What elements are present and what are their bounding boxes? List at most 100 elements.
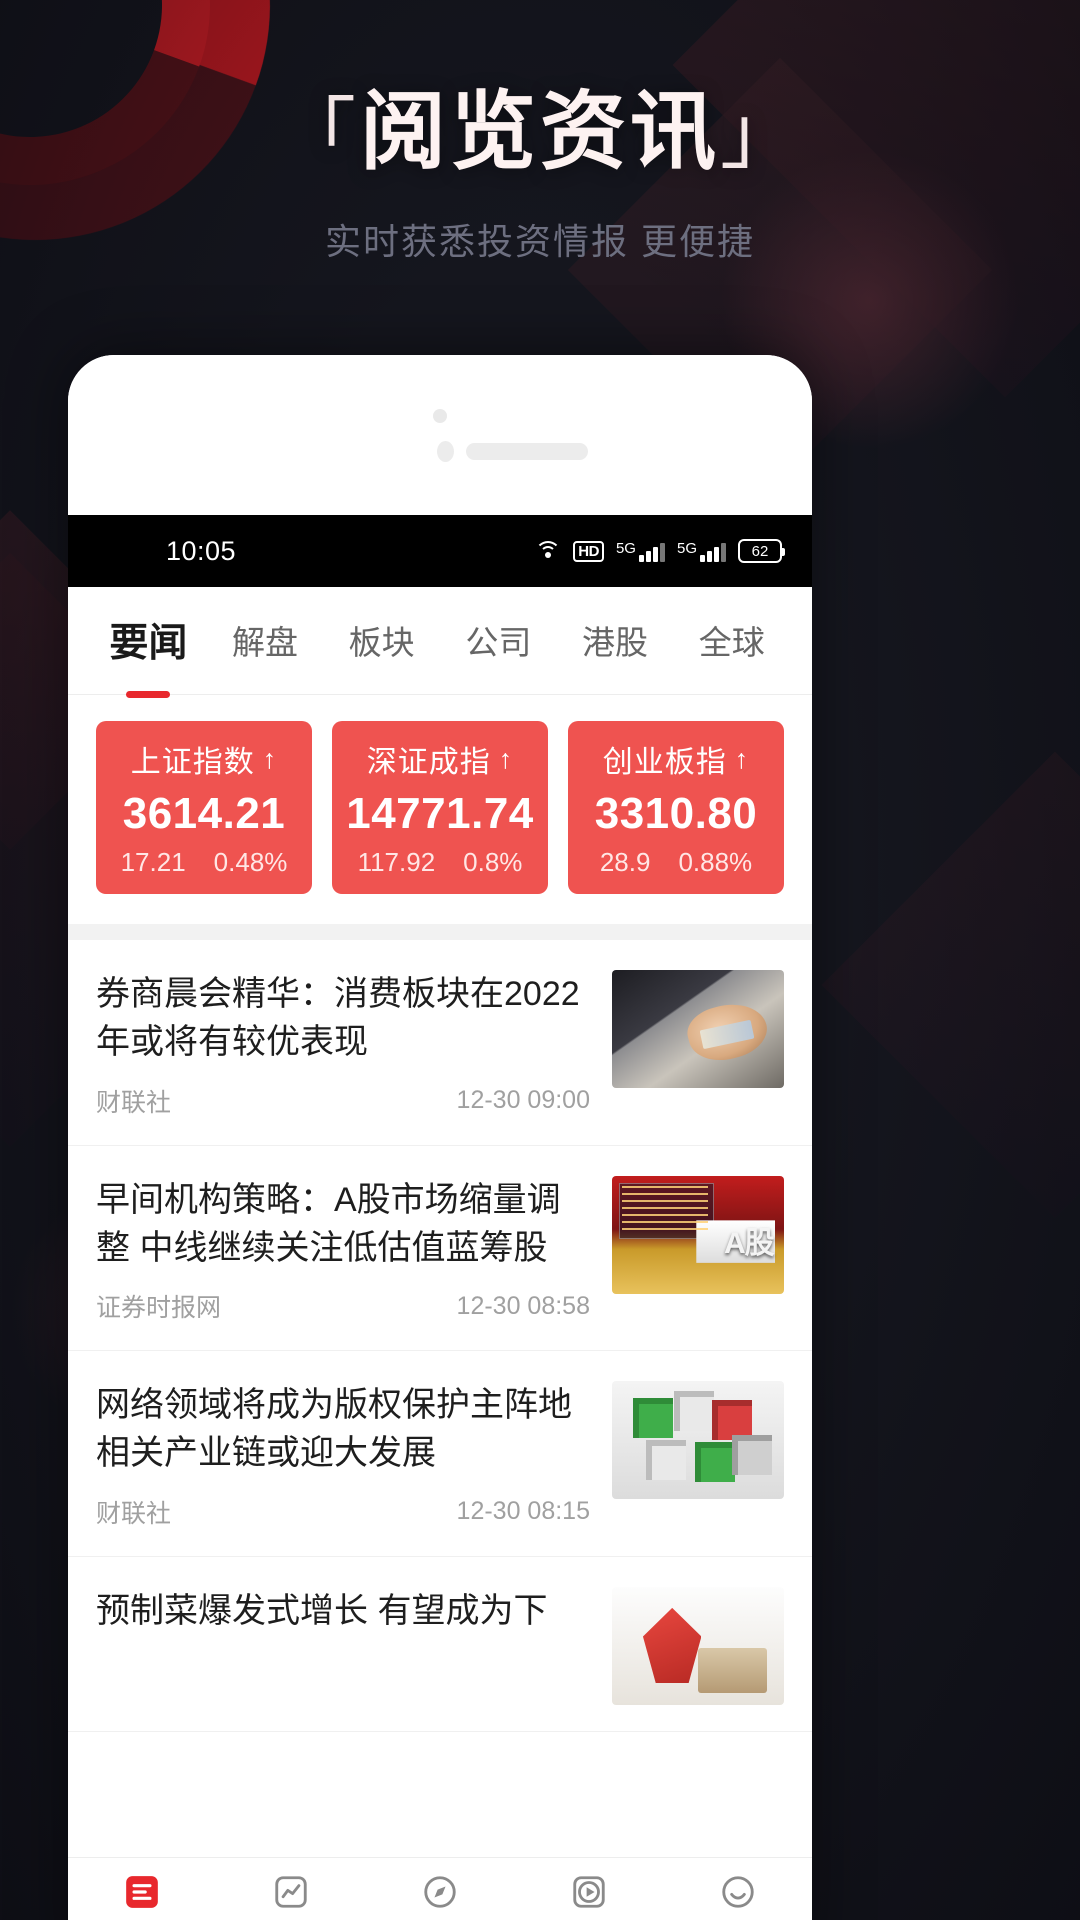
index-change-row: 28.9 0.88%: [578, 847, 774, 878]
news-title: 预制菜爆发式增长 有望成为下: [96, 1591, 548, 1630]
tab-label: 解盘: [232, 623, 298, 661]
nav-item-zixuan[interactable]: 自选: [217, 1872, 366, 1920]
news-source: 财联社: [96, 1088, 172, 1117]
news-list: 券商晨会精华：消费板块在2022年或将有较优表现 财联社 12-30 09:00…: [68, 940, 812, 1732]
sim2-signal-icon: 5G: [677, 541, 726, 562]
index-value: 3310.80: [594, 789, 758, 838]
promo-title-row: 「阅览资讯」: [0, 86, 1080, 179]
open-bracket: 「: [277, 90, 360, 178]
index-change: 117.92: [357, 847, 436, 877]
bottom-navigation-bar[interactable]: 资讯 自选 发现: [68, 1857, 812, 1920]
index-name: 创业板指: [602, 746, 727, 779]
close-bracket: 」: [720, 90, 803, 178]
smiley-icon: [663, 1872, 812, 1912]
index-percent: 0.88%: [678, 847, 753, 877]
front-camera-icon: [433, 409, 447, 423]
news-time: 12-30 09:00: [456, 1086, 590, 1115]
page-title: 阅览资讯: [360, 84, 720, 180]
tab-gongsi[interactable]: 公司: [440, 616, 557, 666]
nav-item-zixun[interactable]: 资讯: [68, 1872, 217, 1920]
news-title: 网络领域将成为版权保护主阵地 相关产业链或迎大发展: [96, 1386, 572, 1473]
news-thumbnail: [612, 1381, 784, 1500]
news-meta: 证券时报网 12-30 08:58: [96, 1288, 590, 1324]
news-source: 财联社: [96, 1499, 172, 1528]
category-tab-bar[interactable]: 要闻 解盘 板块 公司 港股 全球: [68, 587, 812, 698]
tab-bankuai[interactable]: 板块: [323, 616, 440, 666]
phone-top-bezel: [68, 355, 812, 515]
news-list-item[interactable]: 预制菜爆发式增长 有望成为下: [68, 1557, 812, 1732]
news-meta: 财联社 12-30 08:15: [96, 1494, 590, 1530]
play-circle-icon: [514, 1872, 663, 1912]
nav-item-faxian[interactable]: 发现: [366, 1872, 515, 1920]
index-change-row: 17.21 0.48%: [106, 847, 302, 878]
chart-icon: [217, 1872, 366, 1912]
arrow-up-icon: ↑: [734, 743, 750, 774]
news-thumbnail: [612, 970, 784, 1088]
tab-label: 公司: [465, 623, 532, 661]
news-time: 12-30 08:58: [456, 1291, 590, 1320]
index-name: 上证指数: [130, 746, 255, 779]
news-list-item[interactable]: 网络领域将成为版权保护主阵地 相关产业链或迎大发展 财联社 12-30 08:1…: [68, 1351, 812, 1557]
sim1-network-label: 5G: [615, 539, 636, 557]
sensor-dot-icon: [437, 441, 454, 462]
news-source: 证券时报网: [96, 1294, 222, 1323]
sim2-network-label: 5G: [676, 539, 697, 557]
news-meta: 财联社 12-30 09:00: [96, 1083, 590, 1119]
news-title: 券商晨会精华：消费板块在2022年或将有较优表现: [96, 975, 580, 1062]
news-title: 早间机构策略：A股市场缩量调整 中线继续关注低估值蓝筹股: [96, 1180, 561, 1267]
promo-headline: 「阅览资讯」 实时获悉投资情报 更便捷: [0, 86, 1080, 265]
earpiece-speaker-icon: [466, 443, 588, 460]
news-text-block: 预制菜爆发式增长 有望成为下: [96, 1587, 590, 1635]
tab-quanqiu[interactable]: 全球: [673, 616, 790, 666]
wifi-icon: [534, 541, 561, 561]
nav-item-jijin[interactable]: 基金: [514, 1872, 663, 1920]
index-name-row: 上证指数 ↑: [106, 737, 302, 781]
index-value: 3614.21: [122, 789, 286, 838]
status-bar: 10:05 HD 5G 5G 62: [68, 515, 812, 587]
tab-ganggu[interactable]: 港股: [557, 616, 674, 666]
index-name: 深证成指: [366, 746, 491, 779]
tab-label: 港股: [582, 623, 649, 661]
index-change: 28.9: [599, 847, 651, 877]
index-card-shenzheng[interactable]: 深证成指 ↑ 14771.74 117.92 0.8%: [332, 721, 548, 894]
hd-icon: HD: [573, 540, 604, 562]
news-icon: [68, 1872, 217, 1912]
index-percent: 0.8%: [463, 847, 523, 877]
market-index-cards: 上证指数 ↑ 3614.21 17.21 0.48% 深证成指 ↑ 14771.…: [68, 695, 812, 924]
compass-icon: [366, 1872, 515, 1912]
battery-level: 62: [751, 542, 769, 560]
nav-item-wode[interactable]: 我的: [663, 1872, 812, 1920]
index-card-shangzheng[interactable]: 上证指数 ↑ 3614.21 17.21 0.48%: [96, 721, 312, 894]
news-list-item[interactable]: 早间机构策略：A股市场缩量调整 中线继续关注低估值蓝筹股 证券时报网 12-30…: [68, 1146, 812, 1352]
section-divider: [68, 924, 812, 940]
promo-subtitle: 实时获悉投资情报 更便捷: [324, 220, 755, 262]
news-text-block: 早间机构策略：A股市场缩量调整 中线继续关注低估值蓝筹股 证券时报网 12-30…: [96, 1176, 590, 1325]
tab-yaowen[interactable]: 要闻: [90, 612, 207, 698]
tab-active-underline: [126, 690, 171, 698]
status-icons: HD 5G 5G 62: [534, 539, 785, 563]
battery-icon: 62: [738, 539, 785, 563]
tab-label: 全球: [698, 623, 765, 661]
tab-label: 板块: [348, 623, 415, 661]
arrow-up-icon: ↑: [262, 743, 278, 774]
news-thumbnail: [612, 1586, 784, 1705]
sim1-signal-icon: 5G: [616, 541, 665, 562]
status-time: 10:05: [166, 535, 237, 566]
news-text-block: 券商晨会精华：消费板块在2022年或将有较优表现 财联社 12-30 09:00: [96, 970, 590, 1119]
tab-label: 要闻: [109, 621, 188, 665]
arrow-up-icon: ↑: [498, 743, 514, 774]
index-change: 17.21: [120, 847, 186, 877]
index-change-row: 117.92 0.8%: [342, 847, 538, 878]
thumb-chart-lines: [622, 1186, 709, 1234]
thumb-label: A股: [724, 1227, 775, 1260]
index-card-chuangyeban[interactable]: 创业板指 ↑ 3310.80 28.9 0.88%: [568, 721, 784, 894]
news-text-block: 网络领域将成为版权保护主阵地 相关产业链或迎大发展 财联社 12-30 08:1…: [96, 1381, 590, 1530]
news-thumbnail: A股: [612, 1175, 784, 1294]
news-list-item[interactable]: 券商晨会精华：消费板块在2022年或将有较优表现 财联社 12-30 09:00: [68, 940, 812, 1146]
index-name-row: 深证成指 ↑: [342, 737, 538, 781]
tab-jiepan[interactable]: 解盘: [207, 616, 324, 666]
news-time: 12-30 08:15: [456, 1497, 590, 1526]
index-value: 14771.74: [346, 789, 534, 838]
phone-mockup: 10:05 HD 5G 5G 62 要闻 解盘 板块 公司 港股 全球 上证指数…: [68, 355, 812, 1920]
index-percent: 0.48%: [213, 847, 288, 877]
